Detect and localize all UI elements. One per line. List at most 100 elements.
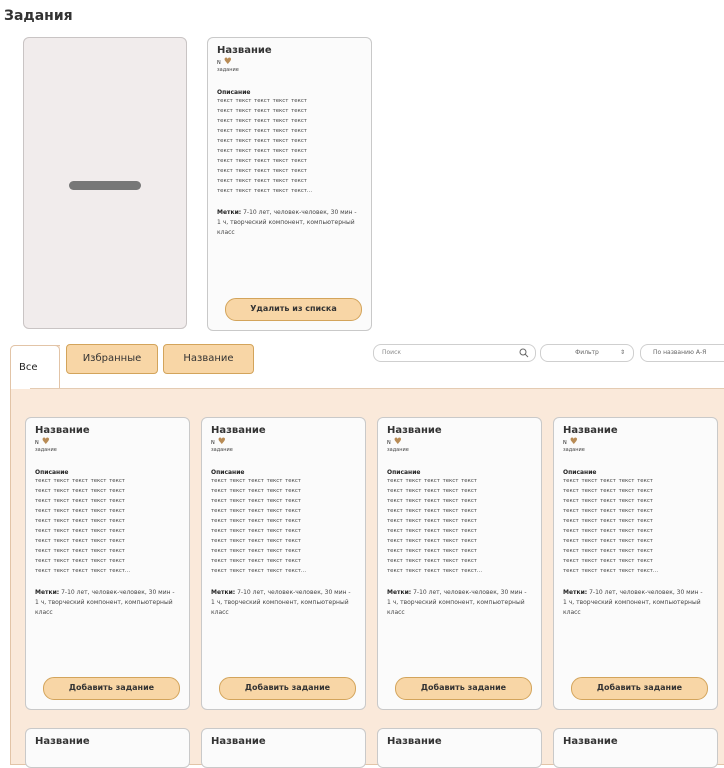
description-line: текст текст текст текст текст — [387, 488, 477, 494]
divider — [30, 388, 724, 389]
description-line: текст текст текст текст текст — [217, 118, 307, 124]
description-heading: Описание — [35, 469, 69, 476]
card-title: Название — [217, 45, 272, 56]
tab-name[interactable]: Название — [163, 344, 254, 374]
task-card: Название — [25, 728, 190, 768]
description-line: текст текст текст текст текст — [211, 538, 301, 544]
filter-label: Фильтр — [575, 349, 599, 356]
task-word: задание — [387, 447, 409, 453]
description-line: текст текст текст текст текст — [217, 128, 307, 134]
description-line: текст текст текст текст текст — [211, 518, 301, 524]
search-icon[interactable] — [519, 348, 529, 358]
description-line: текст текст текст текст текст — [35, 528, 125, 534]
description-line: текст текст текст текст текст — [211, 508, 301, 514]
description-line: текст текст текст текст текст — [35, 508, 125, 514]
task-word: задание — [217, 67, 239, 73]
search-input[interactable]: Поиск — [373, 344, 536, 362]
tags-label: Метки: — [211, 589, 236, 596]
description-line: текст текст текст текст текст — [35, 548, 125, 554]
search-placeholder: Поиск — [382, 349, 402, 356]
task-count: N — [35, 439, 39, 446]
task-card: Название N ♥ задание Описание текст текст… — [553, 417, 718, 710]
tab-favorites[interactable]: Избранные — [66, 344, 158, 374]
description-line: текст текст текст текст текст — [387, 538, 477, 544]
description-heading: Описание — [563, 469, 597, 476]
tags-label: Метки: — [387, 589, 412, 596]
description-line: текст текст текст текст текст — [387, 518, 477, 524]
task-card: Название — [553, 728, 718, 768]
chevron-up-down-icon: ⇕ — [619, 349, 625, 356]
task-card: Название N ♥ задание Описание текст текст… — [25, 417, 190, 710]
description-line: текст текст текст текст текст — [35, 558, 125, 564]
heart-icon[interactable]: ♥ — [570, 438, 578, 447]
task-image-placeholder — [23, 37, 187, 329]
sort-select[interactable]: По названию А-Я — [640, 344, 724, 362]
description-line: текст текст текст текст текст — [563, 528, 653, 534]
description-line: текст текст текст текст текст — [563, 518, 653, 524]
description-line: текст текст текст текст текст — [563, 488, 653, 494]
description-line: текст текст текст текст текст — [35, 478, 125, 484]
card-meta: N ♥ — [217, 58, 362, 67]
description-line: текст текст текст текст текст — [217, 178, 307, 184]
add-task-button[interactable]: Добавить задание — [395, 677, 532, 700]
description-line: текст текст текст текст текст — [387, 478, 477, 484]
card-title: Название — [35, 425, 90, 436]
description-line: текст текст текст текст текст — [217, 138, 307, 144]
description-heading: Описание — [387, 469, 421, 476]
description-line: текст текст текст текст текст — [217, 168, 307, 174]
task-card: Название — [377, 728, 542, 768]
description-line: текст текст текст текст текст — [563, 508, 653, 514]
task-word: задание — [35, 447, 57, 453]
description-line: текст текст текст текст текст — [35, 488, 125, 494]
card-meta: N ♥ — [387, 438, 532, 447]
description-line: текст текст текст текст текст... — [35, 568, 131, 574]
description-line: текст текст текст текст текст — [211, 558, 301, 564]
card-meta: N ♥ — [211, 438, 356, 447]
task-count: N — [563, 439, 567, 446]
heart-icon[interactable]: ♥ — [218, 438, 226, 447]
tags: Метки: 7-10 лет, человек-человек, 30 мин… — [563, 588, 708, 618]
description-line: текст текст текст текст текст... — [563, 568, 659, 574]
description-line: текст текст текст текст текст — [387, 508, 477, 514]
heart-icon[interactable]: ♥ — [42, 438, 50, 447]
add-task-button[interactable]: Добавить задание — [571, 677, 708, 700]
task-card: Название — [201, 728, 366, 768]
tab-all[interactable]: Все — [10, 345, 60, 389]
description-line: текст текст текст текст текст — [217, 98, 307, 104]
card-title: Название — [563, 736, 618, 747]
add-task-button[interactable]: Добавить задание — [43, 677, 180, 700]
heart-icon[interactable]: ♥ — [394, 438, 402, 447]
description-line: текст текст текст текст текст — [211, 488, 301, 494]
description-text: текст текст текст текст текст текст текст… — [387, 476, 532, 576]
description-line: текст текст текст текст текст — [35, 518, 125, 524]
description-line: текст текст текст текст текст — [217, 158, 307, 164]
description-heading: Описание — [217, 89, 251, 96]
description-line: текст текст текст текст текст — [563, 558, 653, 564]
description-line: текст текст текст текст текст — [563, 548, 653, 554]
description-line: текст текст текст текст текст — [387, 528, 477, 534]
tags-label: Метки: — [563, 589, 588, 596]
description-line: текст текст текст текст текст... — [211, 568, 307, 574]
card-title: Название — [211, 736, 266, 747]
description-text: текст текст текст текст текст текст текс… — [217, 96, 362, 196]
description-line: текст текст текст текст текст — [211, 498, 301, 504]
tags: Метки: 7-10 лет, человек-человек, 30 мин… — [35, 588, 180, 618]
heart-icon[interactable]: ♥ — [224, 58, 232, 67]
selected-task-card: Название N ♥ задание Описание текст текс… — [207, 37, 372, 331]
task-count: N — [211, 439, 215, 446]
task-word: задание — [563, 447, 585, 453]
card-title: Название — [35, 736, 90, 747]
description-line: текст текст текст текст текст — [217, 148, 307, 154]
description-line: текст текст текст текст текст — [211, 528, 301, 534]
remove-from-list-button[interactable]: Удалить из списка — [225, 298, 362, 321]
description-line: текст текст текст текст текст — [387, 548, 477, 554]
description-line: текст текст текст текст текст — [217, 108, 307, 114]
add-task-button[interactable]: Добавить задание — [219, 677, 356, 700]
description-line: текст текст текст текст текст — [211, 548, 301, 554]
description-text: текст текст текст текст текст текст текст… — [211, 476, 356, 576]
image-loading-bar — [69, 181, 141, 190]
task-word: задание — [211, 447, 233, 453]
filter-select[interactable]: Фильтр ⇕ — [540, 344, 634, 362]
page-title: Задания — [4, 8, 73, 24]
description-line: текст текст текст текст текст — [387, 558, 477, 564]
